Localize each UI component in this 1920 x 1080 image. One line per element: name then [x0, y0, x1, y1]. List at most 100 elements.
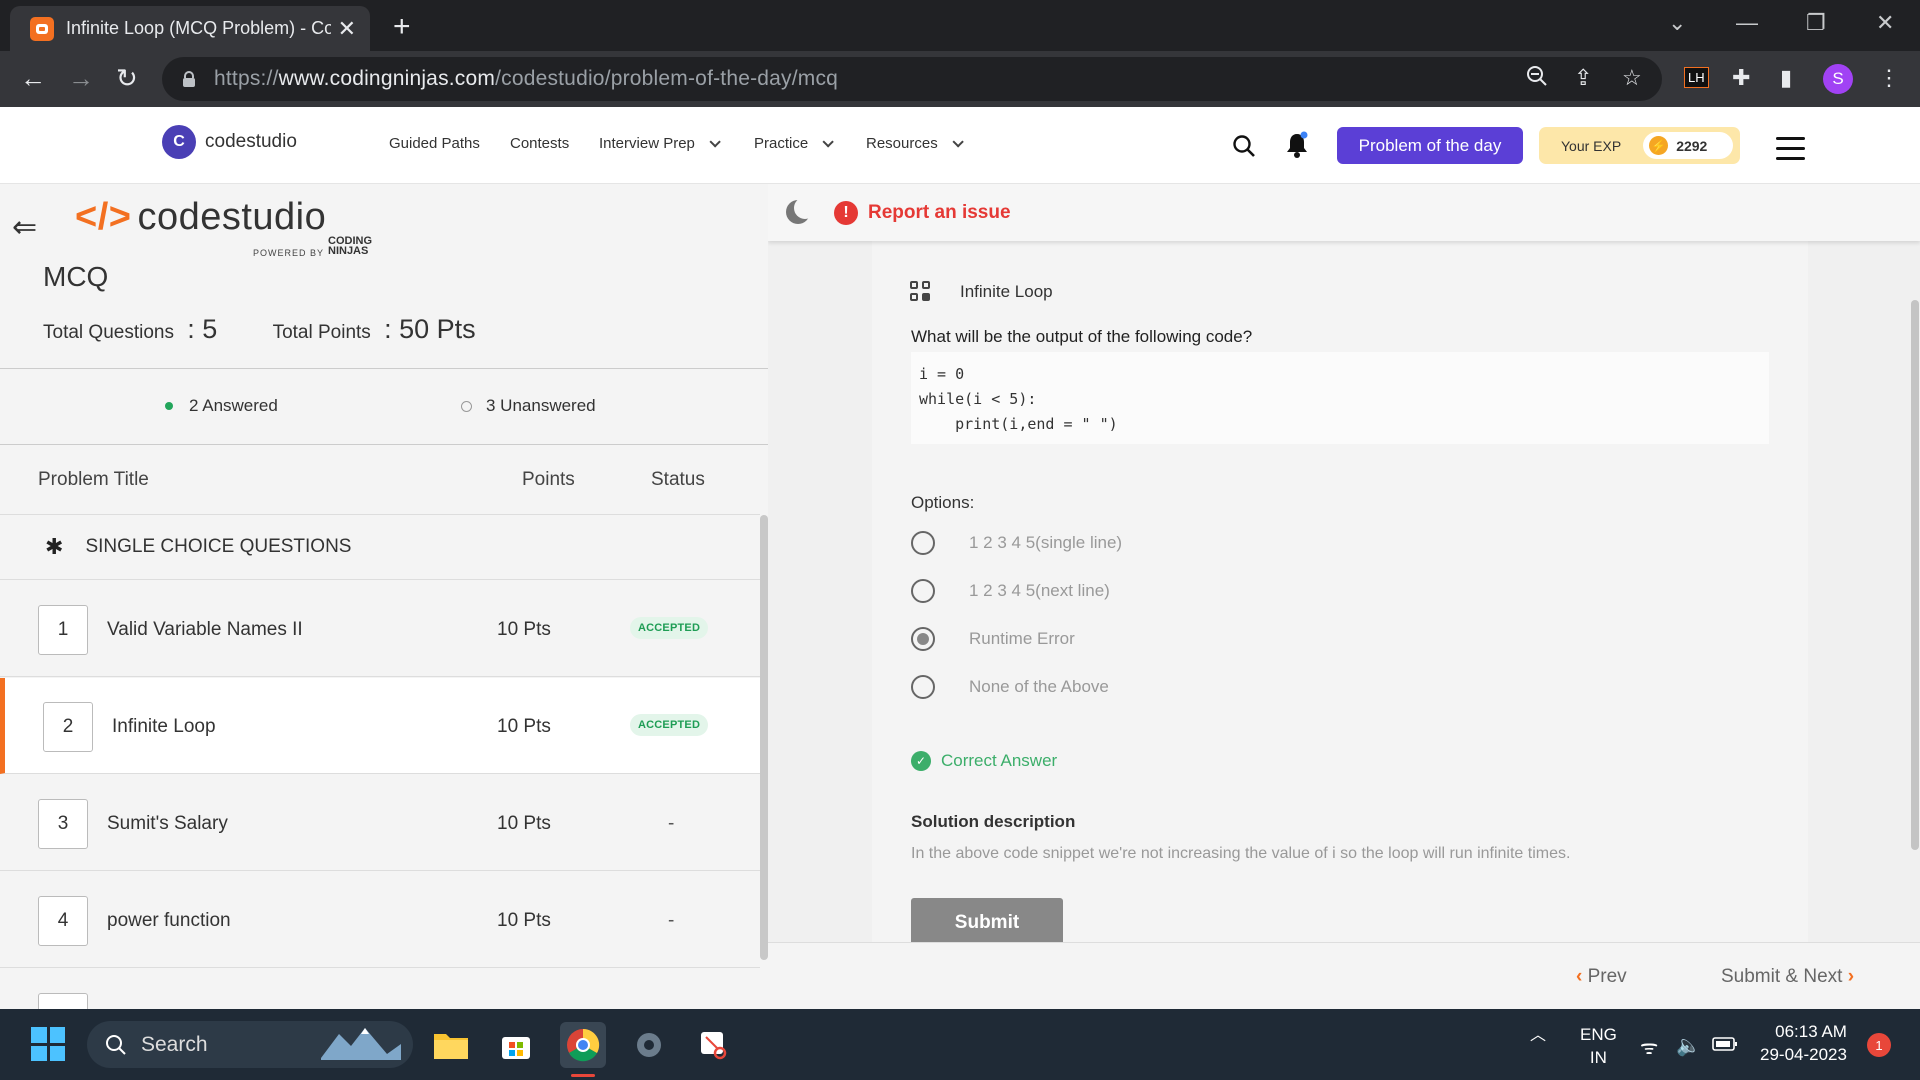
browser-tab[interactable]: Infinite Loop (MCQ Problem) - Co ✕: [10, 6, 370, 51]
settings-gear-icon[interactable]: [630, 1026, 668, 1064]
tray-chevron-up-icon[interactable]: ︿: [1530, 1021, 1546, 1045]
problem-of-the-day-button[interactable]: Problem of the day: [1337, 127, 1523, 164]
volume-icon[interactable]: 🔈: [1676, 1033, 1701, 1058]
status-badge: ACCEPTED: [630, 617, 709, 639]
chrome-taskbar-icon[interactable]: [560, 1022, 606, 1068]
total-points-label: Total Points: [272, 322, 371, 343]
problem-row-partial[interactable]: [0, 969, 760, 1009]
option-label: 1 2 3 4 5(next line): [969, 581, 1110, 600]
option-3[interactable]: Runtime Error: [911, 627, 1075, 651]
problem-row[interactable]: 4 power function 10 Pts -: [0, 872, 760, 968]
side-panel-icon[interactable]: ▮: [1780, 65, 1792, 91]
totals: Total Questions : 5 Total Points : 50 Pt…: [43, 314, 476, 345]
prev-button[interactable]: ‹ Prev: [1576, 966, 1627, 988]
submit-button[interactable]: Submit: [911, 898, 1063, 948]
profile-avatar[interactable]: S: [1823, 64, 1853, 94]
bookmark-star-icon[interactable]: ☆: [1622, 65, 1642, 91]
exp-value-pill: ⚡ 2292: [1643, 132, 1734, 159]
wifi-icon[interactable]: ᯤ: [1640, 1033, 1658, 1060]
taskbar-search[interactable]: Search: [87, 1021, 413, 1068]
notification-bell-icon[interactable]: [1284, 131, 1310, 164]
problem-number: 4: [38, 896, 88, 946]
radio-button[interactable]: [911, 531, 935, 555]
option-4[interactable]: None of the Above: [911, 675, 1109, 699]
divider: [0, 368, 768, 369]
submit-next-button[interactable]: Submit & Next ›: [1721, 966, 1854, 988]
zoom-icon[interactable]: [1526, 65, 1548, 93]
search-icon[interactable]: [1232, 134, 1256, 163]
collapse-sidebar-icon[interactable]: ⇐: [12, 210, 37, 245]
problem-points: 10 Pts: [497, 813, 551, 834]
exp-badge[interactable]: Your EXP ⚡ 2292: [1539, 127, 1740, 164]
windows-start-icon[interactable]: [31, 1027, 65, 1061]
powered-by: POWERED BY: [253, 248, 325, 258]
forward-icon[interactable]: →: [68, 65, 94, 91]
site-header: C codestudio Guided Paths Contests Inter…: [0, 107, 1920, 184]
close-tab-icon[interactable]: ✕: [338, 16, 356, 42]
radio-button-selected[interactable]: [911, 627, 935, 651]
option-1[interactable]: 1 2 3 4 5(single line): [911, 531, 1122, 555]
section-header: ✱ SINGLE CHOICE QUESTIONS: [0, 515, 760, 580]
notification-badge[interactable]: 1: [1867, 1033, 1891, 1057]
tab-search-icon[interactable]: ⌄: [1668, 10, 1686, 36]
problem-row[interactable]: 1 Valid Variable Names II 10 Pts ACCEPTE…: [0, 581, 760, 677]
puzzle-icon: ✱: [45, 534, 64, 559]
extensions-puzzle-icon[interactable]: ✚: [1732, 65, 1750, 91]
problem-title: Valid Variable Names II: [107, 619, 303, 640]
new-tab-icon[interactable]: +: [393, 10, 411, 44]
report-issue-link[interactable]: Report an issue: [868, 202, 1011, 224]
system-clock[interactable]: 06:13 AM 29-04-2023: [1760, 1020, 1847, 1066]
solution-title: Solution description: [911, 812, 1076, 831]
chrome-menu-icon[interactable]: ⋮: [1878, 65, 1900, 91]
radio-button[interactable]: [911, 675, 935, 699]
nav-interview-prep[interactable]: Interview Prep: [599, 135, 721, 152]
lighthouse-extension-icon[interactable]: LH: [1684, 67, 1709, 88]
status-badge: ACCEPTED: [630, 714, 709, 736]
list-scrollbar[interactable]: [760, 515, 768, 960]
battery-icon[interactable]: [1712, 1036, 1738, 1057]
file-explorer-icon[interactable]: [432, 1026, 470, 1064]
nav-contests[interactable]: Contests: [510, 135, 569, 152]
codestudio-brand-logo: </> codestudio POWERED BY CODING NINJAS: [75, 196, 372, 258]
language-indicator[interactable]: ENG IN: [1580, 1023, 1617, 1069]
coding-ninjas-logo-text: CODING NINJAS: [328, 235, 372, 257]
problem-title: power function: [107, 910, 231, 931]
option-label: 1 2 3 4 5(single line): [969, 533, 1123, 552]
codestudio-slash-icon: </>: [75, 196, 132, 238]
browser-tab-bar: Infinite Loop (MCQ Problem) - Co ✕ + ⌄ —…: [0, 0, 1920, 51]
reload-icon[interactable]: ↻: [116, 65, 138, 91]
code-block: i = 0 while(i < 5): print(i,end = " "): [911, 352, 1769, 444]
problem-row-active[interactable]: 2 Infinite Loop 10 Pts ACCEPTED: [0, 678, 760, 774]
problem-row[interactable]: 3 Sumit's Salary 10 Pts -: [0, 775, 760, 871]
problem-title: Sumit's Salary: [107, 813, 228, 834]
close-window-icon[interactable]: ✕: [1876, 10, 1894, 36]
radio-button[interactable]: [911, 579, 935, 603]
address-bar[interactable]: https://www.codingninjas.com/codestudio/…: [162, 57, 1662, 101]
back-icon[interactable]: ←: [20, 65, 46, 91]
mountain-search-highlight-icon: [321, 1024, 401, 1065]
microsoft-store-icon[interactable]: [497, 1026, 535, 1064]
code-line: i = 0: [919, 365, 965, 383]
problem-number: 2: [43, 702, 93, 752]
restore-icon[interactable]: ❐: [1806, 10, 1826, 36]
snipping-tool-icon[interactable]: [695, 1026, 733, 1064]
minimize-icon[interactable]: —: [1736, 10, 1758, 36]
dark-mode-moon-icon[interactable]: [786, 197, 816, 224]
option-2[interactable]: 1 2 3 4 5(next line): [911, 579, 1110, 603]
problem-number: 1: [38, 605, 88, 655]
exp-label: Your EXP: [1561, 137, 1622, 154]
content-scrollbar[interactable]: [1911, 300, 1919, 850]
nav-practice[interactable]: Practice: [754, 135, 834, 152]
divider: [0, 444, 768, 445]
options-label: Options:: [911, 493, 975, 512]
codestudio-logo[interactable]: C codestudio: [162, 125, 297, 159]
nav-guided-paths[interactable]: Guided Paths: [389, 135, 480, 152]
total-questions-value: : 5: [187, 314, 218, 344]
share-icon[interactable]: ⇪: [1574, 65, 1592, 91]
option-label: Runtime Error: [969, 629, 1075, 648]
problem-points: 10 Pts: [497, 716, 551, 737]
taskbar-search-label: Search: [141, 1032, 208, 1056]
question-text: What will be the output of the following…: [911, 327, 1253, 346]
hamburger-menu-icon[interactable]: [1776, 137, 1805, 167]
nav-resources[interactable]: Resources: [866, 135, 964, 152]
